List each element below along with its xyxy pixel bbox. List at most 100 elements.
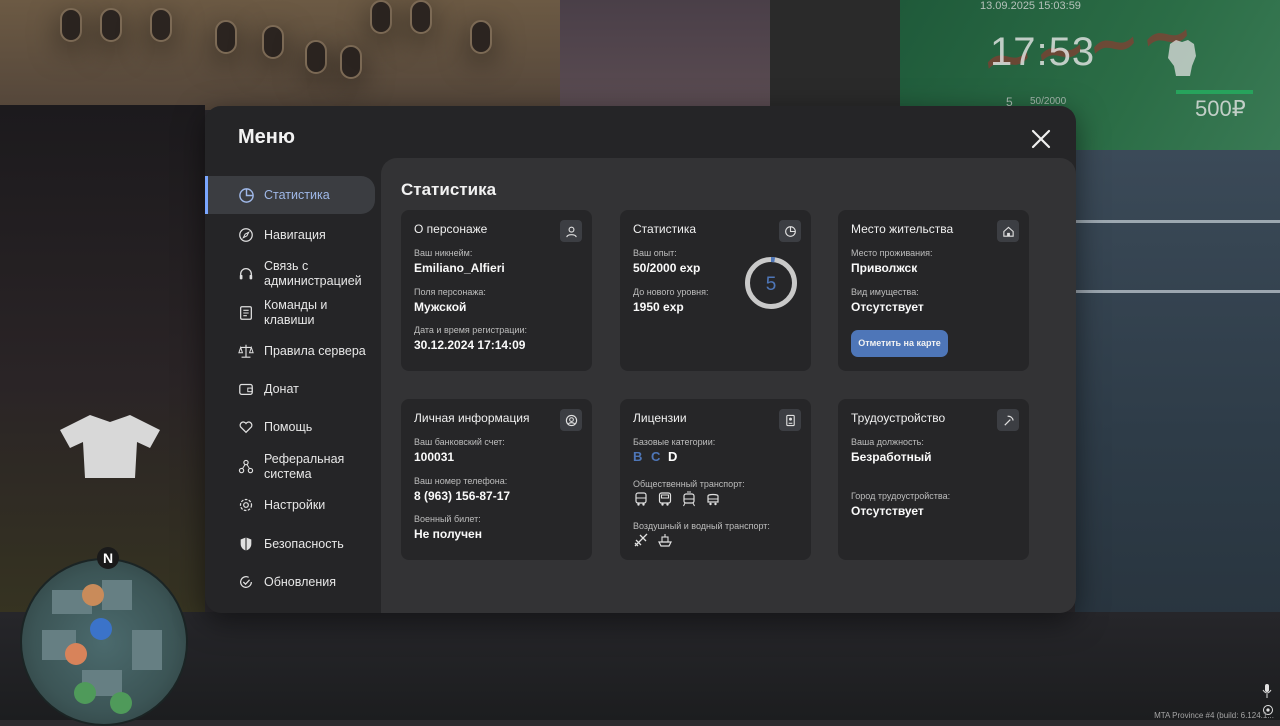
network-icon <box>237 458 255 476</box>
rail <box>1075 290 1280 293</box>
map-marker-icon <box>82 584 104 606</box>
nav-item-donate[interactable]: Донат <box>205 372 375 406</box>
mark-on-map-button[interactable]: Отметить на карте <box>851 330 948 357</box>
ground-bottom <box>0 612 1280 720</box>
map-marker-icon <box>74 682 96 704</box>
nav-item-referral[interactable]: Реферальная система <box>205 449 375 485</box>
building-window <box>305 40 327 74</box>
content-title: Статистика <box>401 180 497 199</box>
field-label: Ваш номер телефона: <box>414 476 508 486</box>
compass-north-icon: N <box>97 547 119 569</box>
document-icon <box>237 304 255 322</box>
pie-chart-icon <box>779 220 801 242</box>
bank-value: 100031 <box>414 450 455 464</box>
coach-icon <box>658 492 672 506</box>
menu-title: Меню <box>238 126 295 148</box>
content-panel: Статистика О персонаже Ваш никнейм: Emil… <box>381 158 1076 613</box>
field-label: Поля персонажа: <box>414 287 486 297</box>
map-block <box>132 630 162 670</box>
gender-value: Мужской <box>414 300 467 314</box>
home-marker-icon <box>90 618 112 640</box>
card-title: Трудоустройство <box>851 411 946 425</box>
field-label: Ваш опыт: <box>633 248 677 258</box>
pie-chart-icon <box>237 186 255 204</box>
position-value: Безработный <box>851 450 932 464</box>
field-label: Дата и время регистрации: <box>414 325 527 335</box>
nav-item-label: Настройки <box>264 498 326 512</box>
minimap[interactable] <box>20 558 188 726</box>
building-window <box>262 25 284 59</box>
license-category-d: D <box>668 449 678 464</box>
refresh-icon <box>237 573 255 591</box>
building-window <box>410 0 432 34</box>
boat-icon <box>658 534 672 547</box>
building-window <box>470 20 492 54</box>
license-category-c: C <box>651 449 661 464</box>
field-label: Город трудоустройства: <box>851 491 951 501</box>
nav-item-help[interactable]: Помощь <box>205 410 375 444</box>
military-value: Не получен <box>414 527 482 541</box>
nav-item-admin-contact[interactable]: Связь с администрацией <box>205 256 375 292</box>
compass-icon <box>237 226 255 244</box>
field-label: До нового уровня: <box>633 287 709 297</box>
building-left <box>0 0 560 110</box>
nav-item-label: Безопасность <box>264 537 344 551</box>
card-title: Личная информация <box>414 411 530 425</box>
nav-item-label: Донат <box>264 382 299 396</box>
health-bar <box>1176 90 1253 94</box>
nav-item-updates[interactable]: Обновления <box>205 565 375 599</box>
nickname-value: Emiliano_Alfieri <box>414 261 505 275</box>
close-icon[interactable] <box>1030 128 1052 150</box>
registration-value: 30.12.2024 17:14:09 <box>414 338 526 352</box>
residence-card: Место жительства Место проживания: Приво… <box>838 210 1029 371</box>
nav-item-label: Связь с администрацией <box>264 259 362 288</box>
level-number: 5 <box>766 274 777 295</box>
hud-money: 500₽ <box>1195 96 1246 121</box>
airplane-icon <box>634 533 648 547</box>
tram-icon <box>683 491 695 507</box>
headset-icon <box>237 265 255 283</box>
phone-value: 8 (963) 156-87-17 <box>414 489 511 503</box>
pickaxe-icon <box>997 409 1019 431</box>
trolleybus-icon <box>707 493 719 506</box>
nav-item-navigation[interactable]: Навигация <box>205 218 375 252</box>
card-title: Лицензии <box>633 411 687 425</box>
shield-icon <box>237 535 255 553</box>
personal-info-card: Личная информация Ваш банковский счет: 1… <box>401 399 592 560</box>
building-window <box>100 8 122 42</box>
card-title: О персонаже <box>414 222 488 236</box>
nav-item-statistics[interactable]: Статистика <box>205 176 375 214</box>
next-level-value: 1950 exp <box>633 300 684 314</box>
card-title: Место жительства <box>851 222 954 236</box>
map-marker-icon <box>110 692 132 714</box>
nav-item-commands[interactable]: Команды и клавиши <box>205 295 375 331</box>
tshirt-graphic <box>60 415 160 478</box>
field-label: Воздушный и водный транспорт: <box>633 521 770 531</box>
build-info: MTA Province #4 (build: 6.124.1... <box>1154 711 1274 720</box>
nav-item-label: Обновления <box>264 575 336 589</box>
property-value: Отсутствует <box>851 300 924 314</box>
field-label: Общественный транспорт: <box>633 479 745 489</box>
licenses-card: Лицензии Базовые категории: B C D Общест… <box>620 399 811 560</box>
field-label: Базовые категории: <box>633 437 716 447</box>
field-label: Вид имущества: <box>851 287 919 297</box>
nav-item-settings[interactable]: Настройки <box>205 488 375 522</box>
level-progress-ring: 5 <box>745 257 797 309</box>
field-label: Военный билет: <box>414 514 481 524</box>
statistics-card: Статистика Ваш опыт: 50/2000 exp До ново… <box>620 210 811 371</box>
building-window <box>340 45 362 79</box>
nav-item-security[interactable]: Безопасность <box>205 527 375 561</box>
field-label: Ваша должность: <box>851 437 924 447</box>
nav-item-label: Реферальная система <box>264 452 345 481</box>
home-icon <box>997 220 1019 242</box>
nav-item-server-rules[interactable]: Правила сервера <box>205 334 375 368</box>
field-label: Ваш никнейм: <box>414 248 473 258</box>
nav-item-label: Навигация <box>264 228 326 242</box>
microphone-icon <box>1262 684 1272 698</box>
gear-icon <box>237 496 255 514</box>
rail <box>1075 220 1280 223</box>
map-block <box>102 580 132 610</box>
character-card: О персонаже Ваш никнейм: Emiliano_Alfier… <box>401 210 592 371</box>
nav-item-label: Команды и клавиши <box>264 298 328 327</box>
hand-heart-icon <box>237 418 255 436</box>
